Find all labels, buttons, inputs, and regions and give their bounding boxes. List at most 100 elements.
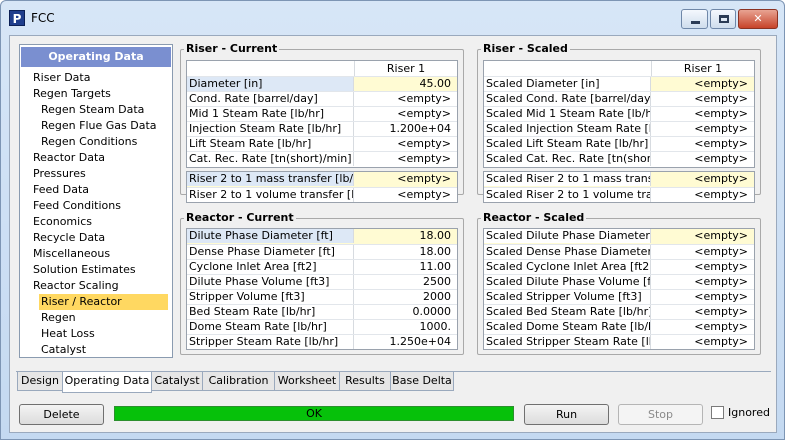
nav-item[interactable]: Miscellaneous	[33, 246, 110, 262]
row-value-cell[interactable]: <empty>	[651, 275, 754, 289]
nav-header[interactable]: Operating Data	[21, 47, 171, 67]
grid-row: Lift Steam Rate [lb/hr] <empty>	[187, 136, 457, 151]
maximize-button[interactable]	[710, 9, 736, 29]
nav-item[interactable]: Recycle Data	[33, 230, 105, 246]
nav-item[interactable]: Regen Flue Gas Data	[41, 118, 157, 134]
row-value-cell[interactable]: <empty>	[651, 290, 754, 304]
row-value-cell[interactable]: <empty>	[651, 335, 754, 349]
row-value-cell[interactable]: <empty>	[651, 137, 754, 151]
row-label: Scaled Dilute Phase Volume [ft3]	[486, 275, 651, 289]
run-button[interactable]: Run	[524, 404, 609, 425]
nav-item[interactable]: Pressures	[33, 166, 86, 182]
nav-item[interactable]: Reactor Data	[33, 150, 105, 166]
grid-row: Scaled Dome Steam Rate [lb/hr] <empty>	[484, 319, 754, 334]
grid-row: Diameter [in] 45.00	[187, 76, 457, 91]
row-value-cell[interactable]: <empty>	[354, 107, 457, 121]
row-value-cell[interactable]: <empty>	[651, 229, 754, 243]
row-value-cell[interactable]: 18.00	[354, 229, 457, 243]
row-label: Dilute Phase Diameter [ft]	[187, 229, 354, 243]
grid-row: Riser 2 to 1 volume transfer [barr<empty…	[187, 187, 457, 202]
row-label: Scaled Stripper Volume [ft3]	[484, 290, 651, 304]
grid-row: Scaled Stripper Volume [ft3] <empty>	[484, 289, 754, 304]
grid-row: Dense Phase Diameter [ft] 18.00	[187, 244, 457, 259]
row-value-cell[interactable]: <empty>	[354, 152, 457, 166]
row-value-cell[interactable]: <empty>	[651, 260, 754, 274]
row-value-cell[interactable]: <empty>	[354, 137, 457, 151]
row-value-cell[interactable]: 2000	[354, 290, 457, 304]
nav-item[interactable]: Economics	[33, 214, 92, 230]
tab-catalyst[interactable]: Catalyst	[151, 372, 203, 391]
reactor-scaled-group: Reactor - Scaled Scaled Dilute Phase Dia…	[477, 211, 761, 355]
nav-item[interactable]: Reactor Scaling	[33, 278, 119, 294]
tab-worksheet[interactable]: Worksheet	[274, 372, 340, 391]
tab-results[interactable]: Results	[339, 372, 391, 391]
nav-item[interactable]: Regen	[41, 310, 76, 326]
row-value-cell[interactable]: <empty>	[651, 172, 754, 186]
row-value-cell[interactable]: 1.200e+04	[354, 122, 457, 136]
tab-design[interactable]: Design	[17, 372, 63, 391]
row-value-cell[interactable]: <empty>	[651, 320, 754, 334]
row-label: Scaled Riser 2 to 1 volume transf	[486, 188, 651, 202]
grid-row: Scaled Riser 2 to 1 mass transfe <empty>	[484, 172, 754, 187]
row-value-cell[interactable]: <empty>	[651, 92, 754, 106]
grid-row: Cat. Rec. Rate [tn(short)/min] <empty>	[187, 151, 457, 166]
row-label: Scaled Cat. Rec. Rate [tn(short)/m	[486, 152, 651, 166]
grid-row: Injection Steam Rate [lb/hr] 1.200e+04	[187, 121, 457, 136]
reactor-scaled-title: Reactor - Scaled	[481, 211, 587, 225]
nav-item[interactable]: Feed Data	[33, 182, 89, 198]
tab-operating-data[interactable]: Operating Data	[62, 372, 152, 393]
row-value-cell[interactable]: 18.00	[354, 245, 457, 259]
row-value-cell[interactable]: <empty>	[651, 122, 754, 136]
nav-item[interactable]: Heat Loss	[41, 326, 95, 342]
row-value-cell[interactable]: <empty>	[651, 107, 754, 121]
row-label: Injection Steam Rate [lb/hr]	[187, 122, 354, 136]
row-value-cell[interactable]: <empty>	[651, 305, 754, 319]
nav-item[interactable]: Regen Conditions	[41, 134, 137, 150]
window-title: FCC	[31, 11, 55, 25]
nav-item[interactable]: Regen Steam Data	[41, 102, 144, 118]
row-label: Scaled Riser 2 to 1 mass transfe	[484, 172, 651, 186]
grid-row: Scaled Injection Steam Rate [lb/h<empty>	[484, 121, 754, 136]
row-value-cell[interactable]: <empty>	[354, 92, 457, 106]
title-bar[interactable]: P FCC ✕	[1, 1, 784, 35]
grid-row: Stripper Volume [ft3] 2000	[187, 289, 457, 304]
row-value-cell[interactable]: 2500	[354, 275, 457, 289]
row-label: Cat. Rec. Rate [tn(short)/min]	[187, 152, 354, 166]
row-value-cell[interactable]: 11.00	[354, 260, 457, 274]
stop-button[interactable]: Stop	[618, 404, 703, 425]
column-header: Riser 1	[354, 61, 457, 76]
grid-row: Scaled Dense Phase Diameter [ft]<empty>	[484, 244, 754, 259]
reactor-current-title: Reactor - Current	[184, 211, 296, 225]
status-bar: OK	[114, 406, 514, 421]
row-label: Lift Steam Rate [lb/hr]	[187, 137, 354, 151]
close-button[interactable]: ✕	[738, 9, 778, 29]
delete-button[interactable]: Delete	[19, 404, 104, 425]
nav-item[interactable]: Regen Targets	[33, 86, 111, 102]
tab-base-delta[interactable]: Base Delta	[390, 372, 454, 391]
row-label: Stripper Volume [ft3]	[187, 290, 354, 304]
tab-calibration[interactable]: Calibration	[202, 372, 275, 391]
nav-item[interactable]: Solution Estimates	[33, 262, 136, 278]
riser-scaled-title: Riser - Scaled	[481, 42, 570, 56]
nav-item[interactable]: Riser / Reactor	[39, 294, 168, 310]
row-value-cell[interactable]: <empty>	[651, 152, 754, 166]
row-value-cell[interactable]: 1000.	[354, 320, 457, 334]
grid-row: Dome Steam Rate [lb/hr] 1000.	[187, 319, 457, 334]
nav-item[interactable]: Riser Data	[33, 70, 90, 86]
nav-item[interactable]: Catalyst	[41, 342, 86, 358]
row-value-cell[interactable]: 0.0000	[354, 305, 457, 319]
nav-item[interactable]: Feed Conditions	[33, 198, 121, 214]
minimize-button[interactable]	[681, 9, 708, 29]
row-value-cell[interactable]: <empty>	[651, 188, 754, 202]
riser-current-title: Riser - Current	[184, 42, 280, 56]
row-value-cell[interactable]: <empty>	[651, 245, 754, 259]
row-value-cell[interactable]: <empty>	[354, 172, 457, 186]
row-label: Scaled Diameter [in]	[484, 77, 651, 91]
grid-row: Scaled Dilute Phase Diameter [ft]<empty>	[484, 229, 754, 244]
grid-row: Scaled Cyclone Inlet Area [ft2] <empty>	[484, 259, 754, 274]
row-value-cell[interactable]: 45.00	[354, 77, 457, 91]
row-value-cell[interactable]: <empty>	[354, 188, 457, 202]
ignored-checkbox[interactable]	[711, 406, 724, 419]
row-value-cell[interactable]: <empty>	[651, 77, 754, 91]
row-value-cell[interactable]: 1.250e+04	[354, 335, 457, 349]
